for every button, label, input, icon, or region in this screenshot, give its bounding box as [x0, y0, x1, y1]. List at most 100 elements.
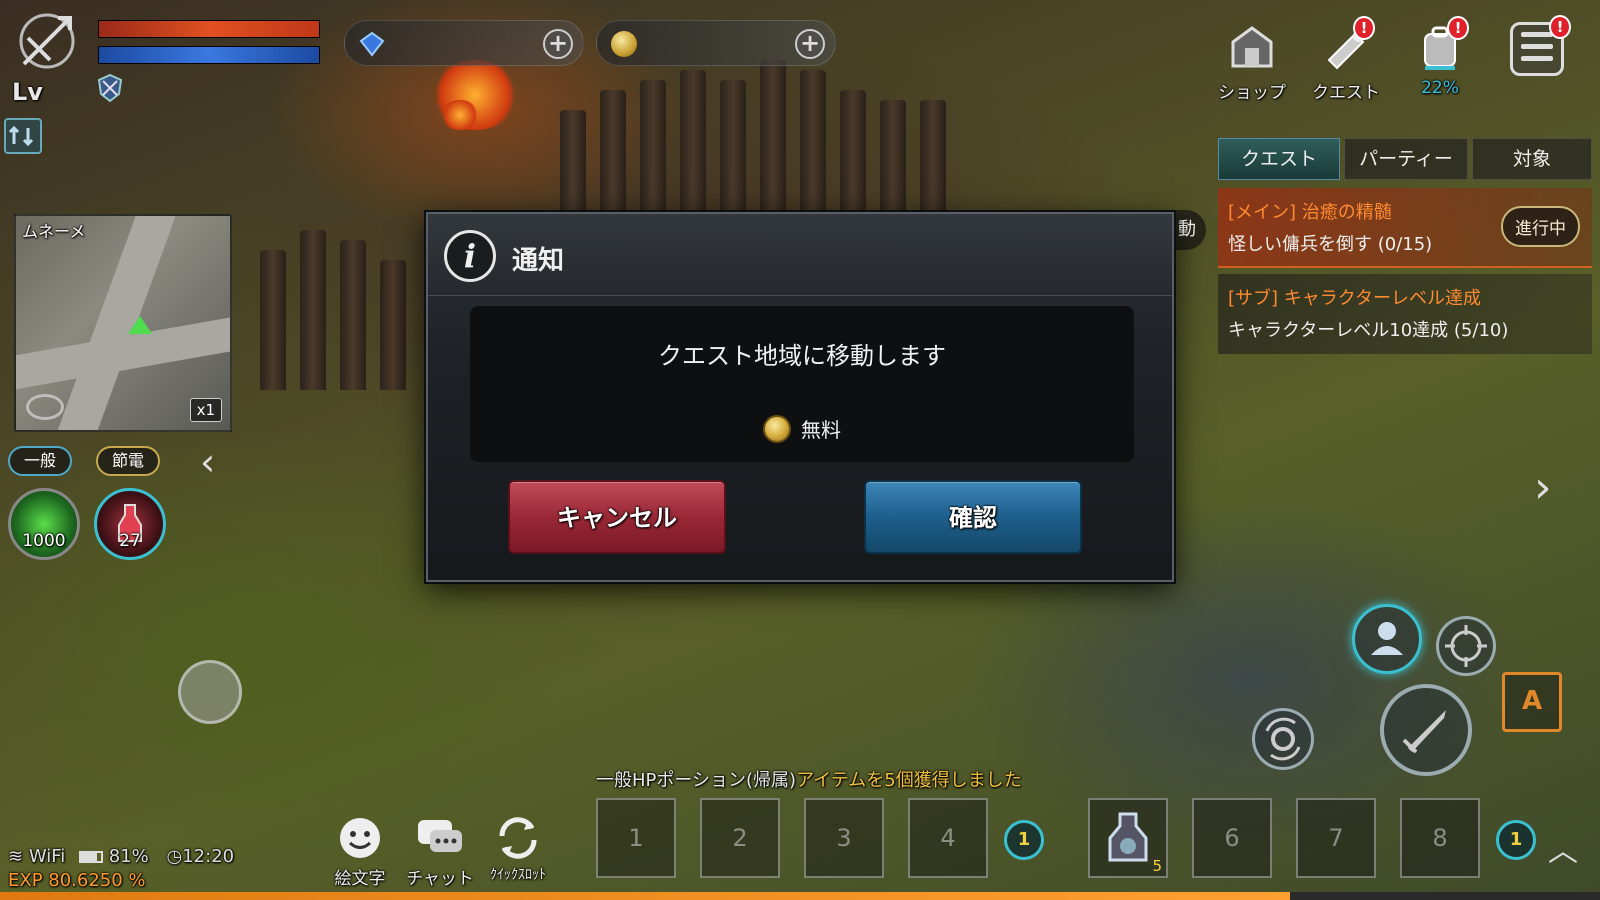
quickslot-4[interactable]: 4 [908, 798, 988, 878]
green-orb-slot[interactable]: 1000 [8, 488, 80, 560]
expand-right-icon[interactable]: › [1534, 462, 1552, 513]
shop-label: ショップ [1218, 83, 1286, 103]
dialog-header: i 通知 [428, 214, 1172, 296]
gold-coin-icon [611, 31, 637, 57]
tab-quest[interactable]: クエスト [1218, 138, 1340, 180]
person-icon [1371, 622, 1403, 655]
minimap[interactable]: ムネーメ x1 [14, 214, 232, 432]
power-save-pill[interactable]: 節電 [96, 446, 161, 476]
quest-menu-label: クエスト [1312, 83, 1380, 103]
quickslot-8[interactable]: 8 [1400, 798, 1480, 878]
class-emblem-icon[interactable] [14, 8, 80, 74]
chat-button[interactable]: チャット [400, 814, 480, 889]
dialog-cost: 無料 [470, 414, 1134, 443]
gold-currency: + [596, 20, 836, 66]
smile-icon [334, 814, 386, 862]
quest-status-badge[interactable]: 進行中 [1501, 206, 1580, 247]
confirm-button[interactable]: 確認 [864, 480, 1082, 554]
menu-alert-badge: ! [1549, 15, 1571, 39]
auto-skill-button[interactable] [1252, 708, 1314, 770]
level-label: Lv [12, 78, 43, 106]
gem-icon [359, 31, 385, 57]
chat-general-pill[interactable]: 一般 [8, 446, 73, 476]
quest-main[interactable]: [メイン] 治癒の精髄 怪しい傭兵を倒す (0/15) 進行中 [1218, 188, 1592, 268]
quest-menu-button[interactable]: ! クエスト [1310, 16, 1382, 103]
quickslot-5[interactable]: 5 [1088, 798, 1168, 878]
device-status: ≋ WiFi 81% ◷12:20 [8, 846, 234, 867]
quickslot-3[interactable]: 3 [804, 798, 884, 878]
quickslot-5-count: 5 [1152, 857, 1162, 875]
bag-percent: 22% [1421, 78, 1459, 98]
wifi-label: WiFi [28, 846, 66, 867]
hp-bar [98, 20, 320, 38]
mp-bar [98, 46, 320, 64]
party-target-button[interactable] [1352, 604, 1422, 674]
collapse-left-icon[interactable]: ‹ [200, 440, 215, 484]
virtual-joystick[interactable] [178, 660, 242, 724]
quickslot-swap-button[interactable]: ｸｲｯｸｽﾛｯﾄ [478, 814, 558, 884]
hp-potion-slot[interactable]: 27 [94, 488, 166, 560]
system-message: 一般HPポーション(帰属)アイテムを5個獲得しました [596, 766, 1022, 792]
camera-zoom[interactable]: x1 [189, 398, 222, 422]
quickslot-6[interactable]: 6 [1192, 798, 1272, 878]
chat-label: チャット [406, 869, 474, 889]
quest-scroll-icon: ! [1319, 16, 1375, 74]
refresh-icon [492, 814, 544, 862]
shop-icon [1225, 20, 1279, 74]
add-gold-button[interactable]: + [795, 29, 825, 59]
gear-cycle-icon [1265, 717, 1301, 761]
hp-potion-count: 27 [119, 531, 141, 551]
shop-button[interactable]: ショップ [1216, 20, 1288, 103]
target-lock-button[interactable] [1436, 616, 1496, 676]
attack-button[interactable] [1380, 684, 1472, 776]
tab-party[interactable]: パーティー [1344, 138, 1468, 180]
quickslot-2[interactable]: 2 [700, 798, 780, 878]
bag-alert-badge: ! [1447, 16, 1469, 40]
crosshair-icon [1445, 625, 1487, 667]
exp-bar-fill [0, 892, 1290, 900]
system-message-item: 一般HPポーション(帰属) [596, 770, 797, 791]
dialog-title: 通知 [512, 246, 565, 276]
quickslot-7[interactable]: 7 [1296, 798, 1376, 878]
wifi-icon: ≋ [8, 846, 24, 867]
gold-coin-icon [763, 414, 791, 443]
add-gem-button[interactable]: + [543, 29, 573, 59]
rotate-icon[interactable] [26, 394, 64, 420]
green-orb-count: 1000 [22, 531, 66, 551]
dialog-body: クエスト地域に移動します 無料 [470, 306, 1134, 462]
quest-sub-desc: キャラクターレベル10達成 (5/10) [1228, 320, 1509, 341]
clock-time: 12:20 [182, 846, 235, 867]
quest-sub[interactable]: [サブ] キャラクターレベル達成 キャラクターレベル10達成 (5/10) [1218, 274, 1592, 354]
cancel-button[interactable]: キャンセル [508, 480, 726, 554]
dialog-message: クエスト地域に移動します [658, 342, 946, 370]
sword-icon [1402, 710, 1446, 754]
quickslot-page-left[interactable]: 1 [1004, 820, 1044, 860]
auto-battle-button[interactable]: A [1502, 672, 1562, 732]
cost-label: 無料 [801, 418, 841, 442]
quest-sub-title: [サブ] キャラクターレベル達成 [1228, 288, 1482, 309]
notice-dialog: i 通知 クエスト地域に移動します 無料 キャンセル 確認 [426, 212, 1174, 582]
battery-level: 81% [108, 846, 149, 867]
bag-button[interactable]: ! 22% [1404, 16, 1476, 98]
bag-icon: ! [1413, 16, 1469, 74]
chat-bubble-icon [414, 814, 466, 862]
expand-up-icon[interactable]: ︿ [1548, 826, 1578, 870]
transfer-icon[interactable] [4, 118, 42, 154]
quest-alert-badge: ! [1353, 16, 1375, 40]
hidden-move-label: 動 [1178, 219, 1196, 240]
info-icon: i [444, 230, 496, 282]
exp-text: EXP 80.6250 % [8, 870, 146, 891]
quickslot-page-right[interactable]: 1 [1496, 820, 1536, 860]
gem-currency: + [344, 20, 584, 66]
emoji-button[interactable]: 絵文字 [320, 814, 400, 889]
exp-bar [0, 892, 1600, 900]
tab-target[interactable]: 対象 [1472, 138, 1592, 180]
battery-icon [79, 851, 104, 863]
emoji-label: 絵文字 [334, 869, 386, 889]
quickslot-1[interactable]: 1 [596, 798, 676, 878]
main-menu-button[interactable]: ! [1510, 15, 1571, 76]
minimap-zone-name: ムネーメ [22, 222, 86, 241]
buff-shield-icon[interactable] [94, 72, 126, 104]
quickslot-swap-label: ｸｲｯｸｽﾛｯﾄ [490, 867, 546, 883]
system-message-text: アイテムを5個獲得しました [796, 770, 1022, 791]
